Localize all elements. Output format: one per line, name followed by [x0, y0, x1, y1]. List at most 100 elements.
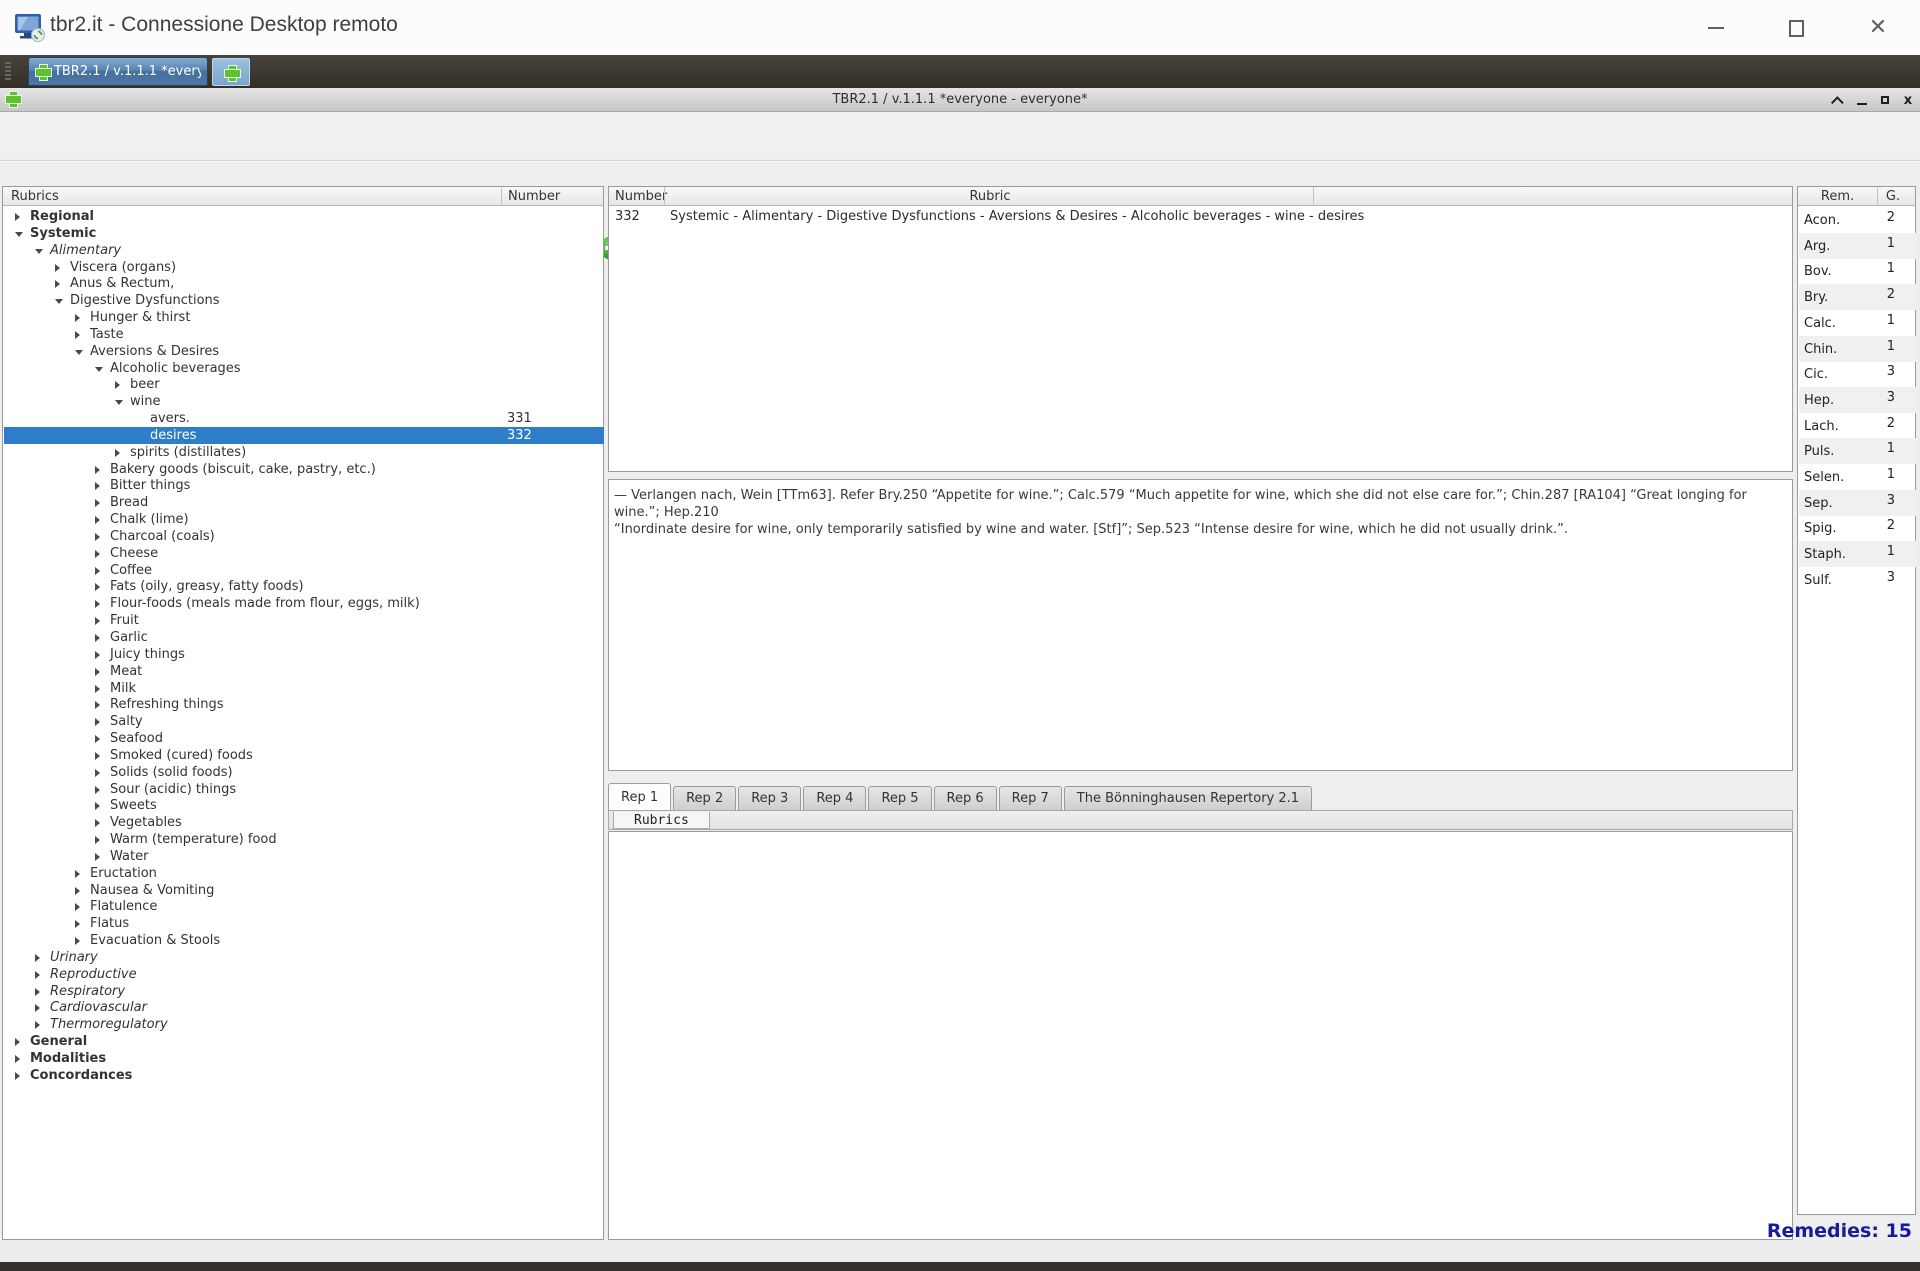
expand-arrow-icon[interactable]: [75, 887, 80, 895]
tree-row[interactable]: Smoked (cured) foods: [4, 747, 604, 764]
app-shade-button[interactable]: [1829, 90, 1849, 110]
expand-arrow-icon[interactable]: [95, 819, 100, 827]
tree-row[interactable]: Flour-foods (meals made from flour, eggs…: [4, 595, 604, 612]
tree-row[interactable]: Bread: [4, 494, 604, 511]
tab-rubrics[interactable]: Rubrics: [613, 812, 710, 829]
tree-row[interactable]: Urinary: [4, 949, 604, 966]
expand-arrow-icon[interactable]: [95, 718, 100, 726]
tree-row[interactable]: Hunger & thirst: [4, 309, 604, 326]
tree-row[interactable]: Nausea & Vomiting: [4, 882, 604, 899]
tree-row[interactable]: Alcoholic beverages: [4, 360, 604, 377]
tree-row[interactable]: Solids (solid foods): [4, 764, 604, 781]
tree-row[interactable]: Aversions & Desires: [4, 343, 604, 360]
collapse-arrow-icon[interactable]: [55, 299, 63, 304]
expand-arrow-icon[interactable]: [95, 466, 100, 474]
tree-row[interactable]: desires332: [4, 427, 604, 444]
tree-row[interactable]: Milk: [4, 680, 604, 697]
tree-row[interactable]: Seafood: [4, 730, 604, 747]
expand-arrow-icon[interactable]: [35, 988, 40, 996]
tree-row[interactable]: Digestive Dysfunctions: [4, 292, 604, 309]
tree-row[interactable]: Sour (acidic) things: [4, 781, 604, 798]
tab-the-b-nninghausen-repertory-2-1[interactable]: The Bönninghausen Repertory 2.1: [1064, 786, 1312, 810]
tree-row[interactable]: Evacuation & Stools: [4, 932, 604, 949]
expand-arrow-icon[interactable]: [75, 903, 80, 911]
tree-row[interactable]: Fats (oily, greasy, fatty foods): [4, 578, 604, 595]
expand-arrow-icon[interactable]: [95, 634, 100, 642]
tree-row[interactable]: Reproductive: [4, 966, 604, 983]
tree-row[interactable]: Chalk (lime): [4, 511, 604, 528]
remedy-row[interactable]: Puls.1: [1799, 438, 1916, 464]
expand-arrow-icon[interactable]: [15, 1072, 20, 1080]
tree-row[interactable]: Refreshing things: [4, 696, 604, 713]
tree-row[interactable]: Alimentary: [4, 242, 604, 259]
tree-row[interactable]: Regional: [4, 208, 604, 225]
expand-arrow-icon[interactable]: [95, 836, 100, 844]
remedy-row[interactable]: Chin.1: [1799, 336, 1916, 362]
repertory-content-panel[interactable]: [608, 831, 1793, 1240]
tree-row[interactable]: spirits (distillates): [4, 444, 604, 461]
expand-arrow-icon[interactable]: [75, 870, 80, 878]
expand-arrow-icon[interactable]: [95, 802, 100, 810]
tree-row[interactable]: Flatus: [4, 915, 604, 932]
tree-row[interactable]: Vegetables: [4, 814, 604, 831]
tree-row[interactable]: Salty: [4, 713, 604, 730]
tab-rep-4[interactable]: Rep 4: [803, 786, 866, 810]
tab-rep-3[interactable]: Rep 3: [738, 786, 801, 810]
remedy-row[interactable]: Calc.1: [1799, 310, 1916, 336]
expand-arrow-icon[interactable]: [95, 786, 100, 794]
remedy-row[interactable]: Hep.3: [1799, 387, 1916, 413]
expand-arrow-icon[interactable]: [95, 567, 100, 575]
tree-row[interactable]: Charcoal (coals): [4, 528, 604, 545]
expand-arrow-icon[interactable]: [15, 1055, 20, 1063]
expand-arrow-icon[interactable]: [95, 701, 100, 709]
tab-rep-2[interactable]: Rep 2: [673, 786, 736, 810]
remedy-row[interactable]: Spig.2: [1799, 515, 1916, 541]
expand-arrow-icon[interactable]: [95, 499, 100, 507]
tree-row[interactable]: Coffee: [4, 562, 604, 579]
remedy-row[interactable]: Bov.1: [1799, 258, 1916, 284]
expand-arrow-icon[interactable]: [115, 449, 120, 457]
remedy-row[interactable]: Cic.3: [1799, 361, 1916, 387]
expand-arrow-icon[interactable]: [95, 600, 100, 608]
tree-row[interactable]: Viscera (organs): [4, 259, 604, 276]
expand-arrow-icon[interactable]: [75, 937, 80, 945]
collapse-arrow-icon[interactable]: [95, 367, 103, 372]
collapse-arrow-icon[interactable]: [15, 232, 23, 237]
tree-row[interactable]: Systemic: [4, 225, 604, 242]
tree-row[interactable]: beer: [4, 376, 604, 393]
remedy-row[interactable]: Acon.2: [1799, 207, 1916, 233]
expand-arrow-icon[interactable]: [75, 920, 80, 928]
expand-arrow-icon[interactable]: [95, 516, 100, 524]
window-maximize-button[interactable]: [1774, 6, 1818, 50]
tab-rep-6[interactable]: Rep 6: [934, 786, 997, 810]
remedy-row[interactable]: Sulf.3: [1799, 567, 1916, 593]
collapse-arrow-icon[interactable]: [35, 249, 43, 254]
tree-row[interactable]: Thermoregulatory: [4, 1016, 604, 1033]
expand-arrow-icon[interactable]: [95, 617, 100, 625]
expand-arrow-icon[interactable]: [95, 752, 100, 760]
expand-arrow-icon[interactable]: [35, 954, 40, 962]
remedy-row[interactable]: Lach.2: [1799, 413, 1916, 439]
collapse-arrow-icon[interactable]: [115, 400, 123, 405]
tree-row[interactable]: Respiratory: [4, 983, 604, 1000]
remedy-row[interactable]: Sep.3: [1799, 490, 1916, 516]
remedy-row[interactable]: Bry.2: [1799, 284, 1916, 310]
tree-row[interactable]: Bakery goods (biscuit, cake, pastry, etc…: [4, 461, 604, 478]
expand-arrow-icon[interactable]: [115, 381, 120, 389]
new-connection-button[interactable]: [212, 58, 250, 86]
expand-arrow-icon[interactable]: [95, 769, 100, 777]
tree-row[interactable]: General: [4, 1033, 604, 1050]
tree-row[interactable]: Eructation: [4, 865, 604, 882]
expand-arrow-icon[interactable]: [35, 971, 40, 979]
expand-arrow-icon[interactable]: [55, 264, 60, 272]
expand-arrow-icon[interactable]: [15, 213, 20, 221]
tree-row[interactable]: Warm (temperature) food: [4, 831, 604, 848]
tree-row[interactable]: Taste: [4, 326, 604, 343]
window-close-button[interactable]: ✕: [1856, 6, 1900, 50]
expand-arrow-icon[interactable]: [95, 482, 100, 490]
expand-arrow-icon[interactable]: [35, 1004, 40, 1012]
expand-arrow-icon[interactable]: [95, 550, 100, 558]
tree-row[interactable]: Juicy things: [4, 646, 604, 663]
expand-arrow-icon[interactable]: [95, 668, 100, 676]
expand-arrow-icon[interactable]: [75, 331, 80, 339]
